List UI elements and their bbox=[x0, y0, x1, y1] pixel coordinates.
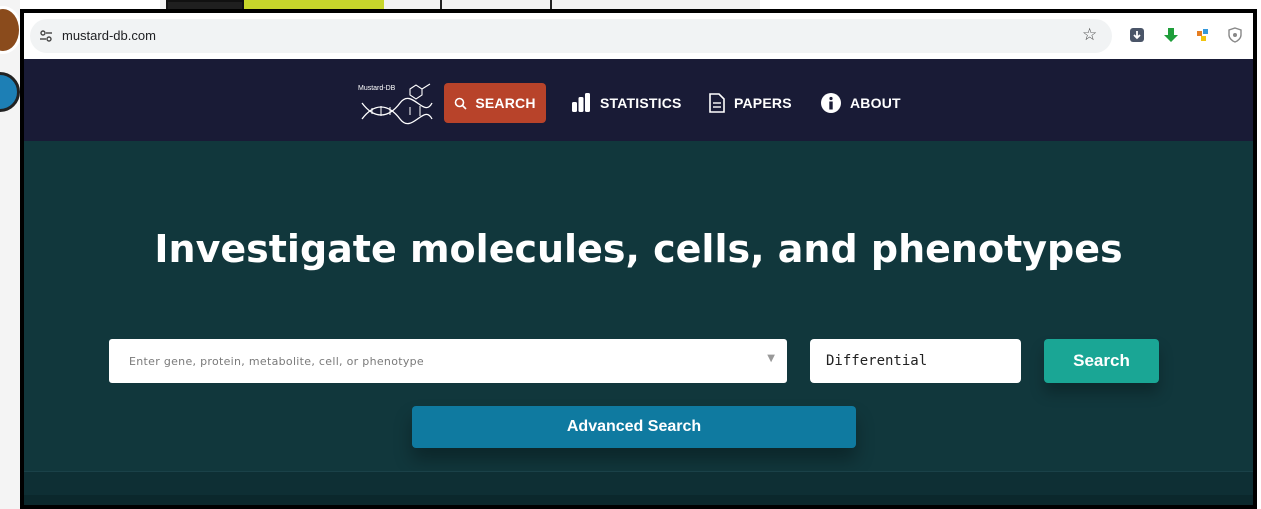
shield-icon[interactable] bbox=[1226, 26, 1244, 44]
nav-search-label: SEARCH bbox=[475, 95, 536, 111]
bar-chart-icon bbox=[572, 93, 590, 112]
search-placeholder: Enter gene, protein, metabolite, cell, o… bbox=[129, 354, 424, 368]
download-icon[interactable] bbox=[1128, 26, 1146, 44]
hero-title: Investigate molecules, cells, and phenot… bbox=[154, 227, 1123, 271]
nav-statistics-button[interactable]: STATISTICS bbox=[570, 83, 682, 123]
url-field[interactable]: mustard-db.com ☆ bbox=[30, 19, 1112, 53]
nav-about-label: ABOUT bbox=[850, 95, 901, 111]
nav-about-button[interactable]: ABOUT bbox=[820, 83, 901, 123]
tune-icon[interactable] bbox=[36, 26, 56, 46]
page-content: Mustard-DB SEARCH STATISTICS PAPERS ABOU… bbox=[24, 59, 1253, 505]
search-icon bbox=[455, 97, 467, 110]
dna-logo-icon bbox=[361, 83, 433, 125]
puzzle-icon[interactable] bbox=[1194, 26, 1212, 44]
nav-papers-label: PAPERS bbox=[734, 95, 792, 111]
nav-statistics-label: STATISTICS bbox=[600, 95, 682, 111]
address-bar: mustard-db.com ☆ bbox=[24, 13, 1253, 59]
star-icon[interactable]: ☆ bbox=[1082, 25, 1097, 45]
browser-window: mustard-db.com ☆ Mustard-DB SEARCH STATI… bbox=[20, 9, 1257, 509]
top-navbar: Mustard-DB SEARCH STATISTICS PAPERS ABOU… bbox=[24, 59, 1253, 141]
chevron-down-icon[interactable]: ▼ bbox=[767, 353, 775, 364]
nav-search-button[interactable]: SEARCH bbox=[444, 83, 546, 123]
url-text[interactable]: mustard-db.com bbox=[62, 28, 156, 43]
document-icon bbox=[709, 93, 725, 113]
nav-papers-button[interactable]: PAPERS bbox=[708, 83, 792, 123]
mustard-db-logo[interactable]: Mustard-DB bbox=[358, 81, 434, 125]
search-input[interactable]: Enter gene, protein, metabolite, cell, o… bbox=[109, 339, 787, 383]
info-icon bbox=[821, 93, 841, 113]
advanced-search-button[interactable]: Advanced Search bbox=[412, 406, 856, 448]
search-mode-select[interactable]: Differential bbox=[810, 339, 1021, 383]
green-arrow-icon[interactable] bbox=[1162, 26, 1180, 44]
page-footer-band bbox=[24, 495, 1253, 505]
search-button[interactable]: Search bbox=[1044, 339, 1159, 383]
